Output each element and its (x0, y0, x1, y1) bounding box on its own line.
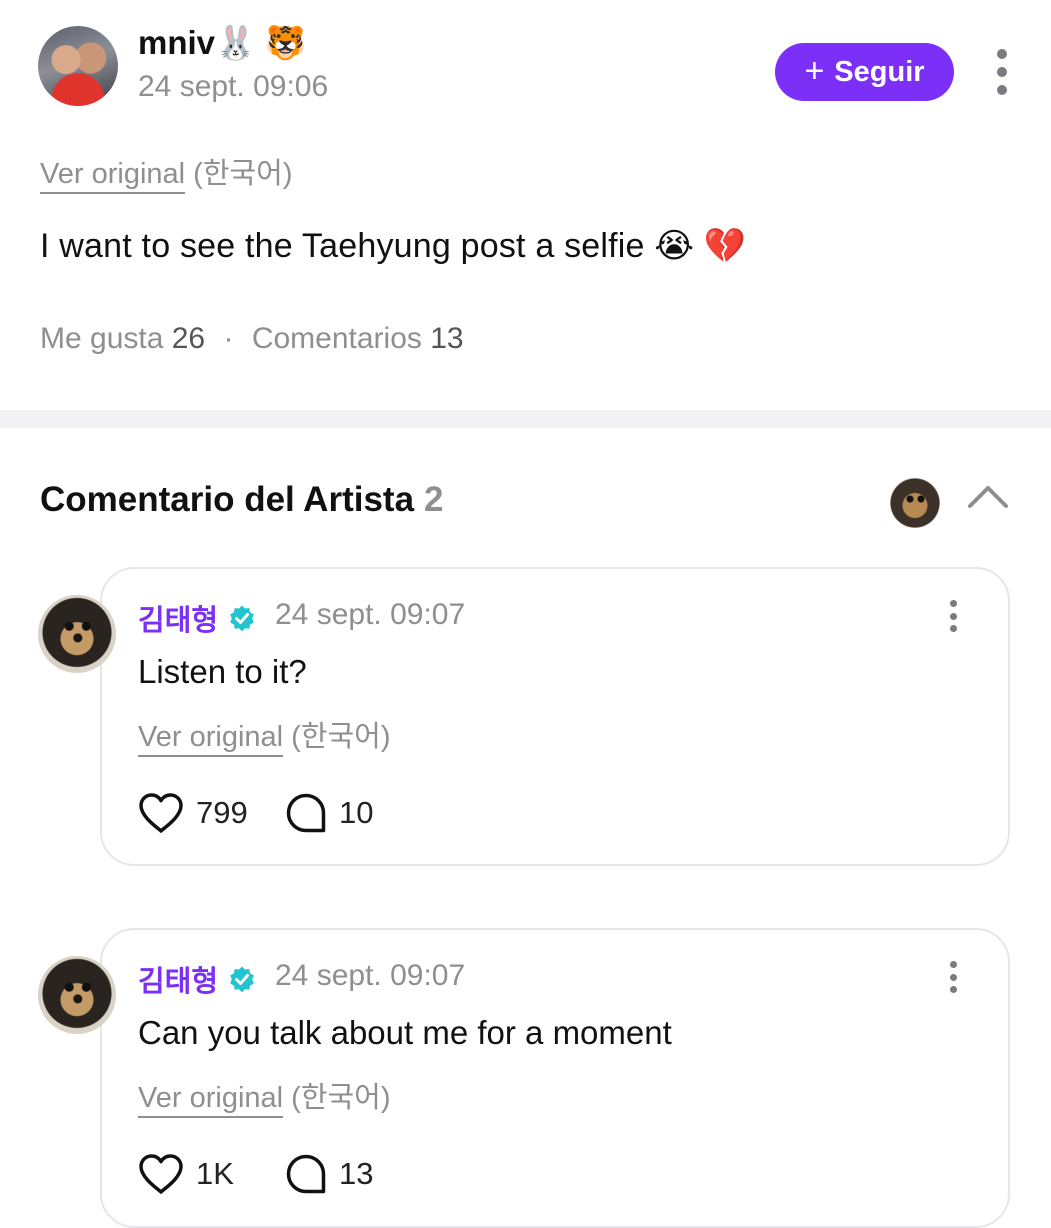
comment-text: Listen to it? (138, 653, 307, 690)
comment-author[interactable]: 김태형 (138, 597, 256, 639)
likes-count: 26 (171, 322, 206, 355)
comment-more-options-icon[interactable] (946, 600, 960, 632)
post-more-options-icon[interactable] (994, 49, 1010, 95)
artist-avatar-thumbnail (890, 478, 940, 528)
comments-count[interactable]: 13 (430, 322, 463, 355)
comment-author-name[interactable]: 김태형 (138, 597, 218, 639)
follow-button[interactable]: + Seguir (775, 43, 954, 101)
comment-author-avatar[interactable] (38, 956, 116, 1034)
like-button[interactable]: 1K (138, 1153, 234, 1195)
like-count: 799 (196, 795, 248, 830)
post-ver-original-link[interactable]: Ver original (40, 158, 186, 194)
post-timestamp: 24 sept. 09:06 (138, 70, 329, 103)
post-translation-row: Ver original (한국어) (40, 150, 293, 194)
like-button[interactable]: 799 (138, 792, 248, 834)
likes-label: Me gusta (40, 322, 164, 355)
follow-button-label: Seguir (834, 55, 925, 88)
comment-translation-row: Ver original (한국어) (138, 1074, 391, 1118)
comment-bubble-icon (286, 1154, 326, 1194)
comment-timestamp: 24 sept. 09:07 (275, 959, 466, 992)
comment-text: Can you talk about me for a moment (138, 1014, 672, 1051)
reply-count: 13 (339, 1156, 374, 1191)
stats-separator: · (223, 322, 234, 355)
post-body-text: I want to see the Taehyung post a selfie… (40, 227, 747, 265)
artist-comments-heading: Comentario del Artista 2 (40, 480, 444, 520)
section-divider (0, 410, 1051, 428)
post-author-username[interactable]: mniv🐰 🐯 (138, 24, 306, 63)
comment-timestamp: 24 sept. 09:07 (275, 598, 466, 631)
comments-label[interactable]: Comentarios (252, 322, 422, 355)
plus-icon: + (804, 51, 825, 90)
verified-icon (230, 966, 254, 993)
reply-count: 10 (339, 795, 374, 830)
comment-ver-original-link[interactable]: Ver original (138, 721, 284, 757)
comment-more-options-icon[interactable] (946, 961, 960, 993)
comment-author-name[interactable]: 김태형 (138, 958, 218, 1000)
comment-original-language: (한국어) (291, 1082, 391, 1114)
reply-button[interactable]: 10 (285, 792, 373, 834)
artist-comments-title: Comentario del Artista (40, 480, 415, 519)
comment-ver-original-link[interactable]: Ver original (138, 1082, 284, 1118)
reply-button[interactable]: 13 (285, 1153, 373, 1195)
like-count: 1K (196, 1156, 234, 1191)
comment-original-language: (한국어) (291, 721, 391, 753)
verified-icon (230, 605, 254, 632)
post-original-language: (한국어) (193, 158, 293, 190)
comment-bubble-icon (286, 793, 326, 833)
artist-comments-count: 2 (424, 480, 444, 519)
post-author-avatar[interactable] (38, 26, 118, 106)
comment-author-avatar[interactable] (38, 595, 116, 673)
post-stats: Me gusta 26 · Comentarios 13 (40, 322, 464, 356)
heart-icon (139, 793, 183, 833)
comment-author[interactable]: 김태형 (138, 958, 256, 1000)
heart-icon (139, 1154, 183, 1194)
comment-translation-row: Ver original (한국어) (138, 713, 391, 757)
chevron-up-icon[interactable] (966, 480, 1010, 510)
